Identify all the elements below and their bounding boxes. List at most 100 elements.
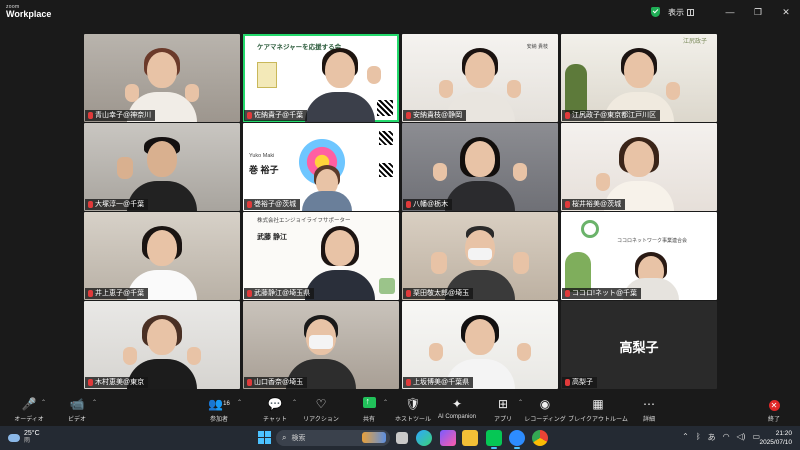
audio-options-chevron-icon[interactable]: ⌃ bbox=[41, 399, 46, 406]
participant-tile[interactable]: 井上恵子@千葉 bbox=[84, 212, 240, 300]
participant-tile[interactable]: 栗田敬太郎@埼玉 bbox=[402, 212, 558, 300]
mic-muted-icon bbox=[406, 201, 411, 208]
end-icon: ✕ bbox=[768, 400, 780, 411]
weather-temp: 25°C bbox=[24, 430, 40, 437]
mic-muted-icon bbox=[247, 290, 252, 297]
logo-icon bbox=[379, 278, 395, 294]
edge-browser-icon[interactable] bbox=[416, 430, 432, 446]
qr-code-icon bbox=[379, 163, 393, 177]
zoom-app-icon[interactable] bbox=[509, 430, 525, 449]
copilot-icon[interactable] bbox=[440, 430, 456, 446]
participant-tile[interactable]: Yuko Maki 巻 裕子 巻裕子@茨城 bbox=[243, 123, 399, 211]
participant-name-label: 巻裕子@茨城 bbox=[244, 199, 301, 210]
participants-icon: 👥16 bbox=[208, 397, 230, 411]
participants-options-chevron-icon[interactable]: ⌃ bbox=[237, 399, 242, 406]
participant-tile[interactable]: 山口香奈@埼玉 bbox=[243, 301, 399, 389]
wifi-icon[interactable]: ◠ bbox=[723, 432, 730, 443]
shield-icon: 🛡 bbox=[405, 397, 421, 411]
title-bar: zoom Workplace 表示 — ❐ ✕ bbox=[0, 0, 800, 24]
participant-name-label: 安納貴枝@静岡 bbox=[403, 110, 467, 121]
participant-tile[interactable]: 江尻政子 江尻政子@東京都江戸川区 bbox=[561, 34, 717, 122]
card-name: 武藤 静江 bbox=[257, 234, 287, 241]
weather-widget[interactable]: 25°C 雨 bbox=[8, 430, 40, 445]
participant-tile[interactable]: 大塚淳一@千葉 bbox=[84, 123, 240, 211]
view-button[interactable]: 表示 bbox=[668, 7, 694, 18]
participant-tile[interactable]: ココロネットワーク事業連合会 ココロ!ネット@千葉 bbox=[561, 212, 717, 300]
end-meeting-button[interactable]: ✕ 終了 bbox=[745, 397, 800, 423]
zoom-window: zoom Workplace 表示 — ❐ ✕ 青山幸子@神奈川 ケアマネジャー… bbox=[0, 0, 800, 450]
apps-icon: ⊞ bbox=[497, 397, 509, 411]
participant-tile-video-off[interactable]: 高梨子 高梨子 bbox=[561, 301, 717, 389]
plant-icon bbox=[565, 64, 587, 114]
participant-tile[interactable]: 木村恵美@東京 bbox=[84, 301, 240, 389]
title-controls: 表示 — ❐ ✕ bbox=[651, 0, 800, 24]
system-tray: ⌃ ᛒ あ ◠ ◁) ▭ bbox=[682, 432, 760, 443]
tray-expand-chevron-icon[interactable]: ⌃ bbox=[682, 432, 689, 443]
participant-name-label: 佐納貴子@千葉 bbox=[244, 110, 308, 121]
qr-code-icon bbox=[377, 100, 393, 116]
windows-start-icon[interactable] bbox=[258, 431, 271, 444]
participant-name-label: 高梨子 bbox=[562, 377, 597, 388]
encryption-shield-icon[interactable] bbox=[651, 7, 660, 17]
video-button[interactable]: 📹 ビデオ bbox=[48, 397, 106, 423]
mic-muted-icon bbox=[565, 290, 570, 297]
video-gallery: 青山幸子@神奈川 ケアマネジャーを応援する会 佐納貴子@千葉 安納 貴枝 安納貴… bbox=[84, 34, 717, 390]
mic-muted-icon bbox=[247, 112, 252, 119]
mic-muted-icon bbox=[565, 201, 570, 208]
view-label: 表示 bbox=[668, 7, 684, 17]
chrome-browser-icon[interactable] bbox=[532, 430, 548, 446]
participant-name-label: 井上恵子@千葉 bbox=[85, 288, 149, 299]
video-options-chevron-icon[interactable]: ⌃ bbox=[92, 399, 97, 406]
clock-time: 21:20 bbox=[775, 430, 792, 437]
volume-icon[interactable]: ◁) bbox=[737, 432, 746, 443]
participant-video bbox=[304, 222, 375, 300]
participant-video bbox=[304, 44, 381, 122]
heart-icon: ♡ bbox=[315, 397, 327, 411]
video-off-name: 高梨子 bbox=[619, 340, 659, 355]
participant-tile[interactable]: 八幡@栃木 bbox=[402, 123, 558, 211]
participant-tile[interactable]: 青山幸子@神奈川 bbox=[84, 34, 240, 122]
search-icon: ⌕ bbox=[282, 433, 287, 442]
more-button[interactable]: ⋯ 詳細 bbox=[620, 397, 678, 423]
qr-code-icon bbox=[379, 131, 393, 145]
line-app-icon[interactable] bbox=[486, 430, 502, 449]
minimize-button[interactable]: — bbox=[716, 0, 744, 24]
mic-muted-icon bbox=[565, 112, 570, 119]
bluetooth-icon[interactable]: ᛒ bbox=[696, 432, 701, 443]
card-name-en: Yuko Maki bbox=[249, 153, 275, 159]
ime-indicator[interactable]: あ bbox=[708, 432, 716, 443]
plant-icon bbox=[565, 252, 591, 292]
participant-tile[interactable]: 安納 貴枝 安納貴枝@静岡 bbox=[402, 34, 558, 122]
card-title: ココロネットワーク事業連合会 bbox=[617, 238, 688, 244]
card-name-jp: 巻 裕子 bbox=[249, 165, 279, 175]
search-placeholder: 検索 bbox=[291, 435, 306, 442]
mic-muted-icon bbox=[406, 379, 411, 386]
participant-video bbox=[302, 161, 353, 211]
restore-button[interactable]: ❐ bbox=[744, 0, 772, 24]
mic-muted-icon bbox=[88, 379, 93, 386]
participant-name-label: 山口香奈@埼玉 bbox=[244, 377, 308, 388]
participant-name-label: 上坂博美@千葉県 bbox=[403, 377, 474, 388]
participant-tile[interactable]: 桜井裕美@茨城 bbox=[561, 123, 717, 211]
participant-tile[interactable]: 株式会社エンジョイライフサポーター 武藤 静江 武藤静江@埼玉県 bbox=[243, 212, 399, 300]
weather-desc: 雨 bbox=[24, 438, 31, 444]
file-explorer-icon[interactable] bbox=[462, 430, 478, 446]
microphone-icon: 🎤 bbox=[21, 397, 37, 411]
clock-date: 2025/07/10 bbox=[759, 439, 792, 446]
share-screen-icon bbox=[362, 394, 376, 408]
mic-muted-icon bbox=[565, 379, 570, 386]
participants-count: 16 bbox=[223, 401, 230, 407]
taskbar-clock[interactable]: 21:20 2025/07/10 bbox=[759, 429, 792, 447]
logo-badge-icon bbox=[257, 62, 277, 88]
task-view-icon[interactable] bbox=[396, 432, 408, 444]
participant-name-label: 武藤静江@埼玉県 bbox=[244, 288, 315, 299]
mic-muted-icon bbox=[247, 201, 252, 208]
taskbar-search-box[interactable]: ⌕ 検索 bbox=[276, 430, 390, 446]
mic-muted-icon bbox=[88, 112, 93, 119]
close-button[interactable]: ✕ bbox=[772, 0, 800, 24]
mic-muted-icon bbox=[88, 290, 93, 297]
logo-workplace: Workplace bbox=[6, 9, 52, 19]
participant-tile[interactable]: 上坂博美@千葉県 bbox=[402, 301, 558, 389]
participant-tile-active-speaker[interactable]: ケアマネジャーを応援する会 佐納貴子@千葉 bbox=[243, 34, 399, 122]
participant-name-label: 大塚淳一@千葉 bbox=[85, 199, 149, 210]
